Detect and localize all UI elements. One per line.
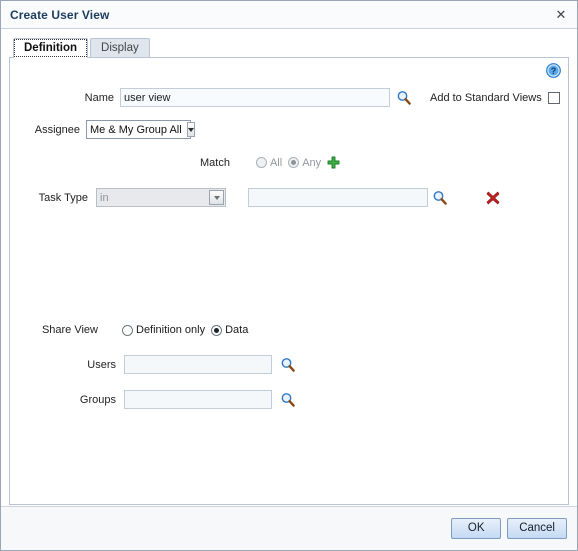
delete-x-icon[interactable] [486,191,500,205]
name-input[interactable] [120,88,390,107]
create-user-view-dialog: Create User View ✕ Definition Display ? [0,0,578,551]
add-to-standard-views-checkbox[interactable] [547,91,560,104]
name-label: Name [84,91,114,104]
dialog-titlebar: Create User View ✕ [1,1,577,29]
task-type-search-icon[interactable] [432,190,448,206]
close-icon[interactable]: ✕ [552,5,570,23]
users-row: Users [70,355,296,374]
users-input[interactable] [124,355,272,374]
chevron-down-icon [186,122,195,137]
help-question-icon[interactable]: ? [546,63,561,78]
assignee-row: Assignee Me & My Group All [32,120,195,139]
chevron-down-icon [209,190,224,205]
assignee-label: Assignee [34,123,80,136]
plus-icon[interactable] [327,156,340,169]
match-row: Match All Any [200,156,340,169]
dialog-footer: OK Cancel [1,506,577,550]
svg-text:?: ? [551,66,557,76]
tab-display[interactable]: Display [90,38,150,58]
cancel-button[interactable]: Cancel [507,518,567,539]
match-all-label: All [269,156,283,169]
groups-input[interactable] [124,390,272,409]
name-row: Name Add to Standard Views [80,88,560,107]
match-all-radio[interactable] [255,157,267,168]
name-search-icon[interactable] [396,90,412,106]
match-label: Match [200,156,230,169]
assignee-select[interactable]: Me & My Group All [86,120,195,139]
dialog-body: Definition Display ? Name user view Add … [1,29,577,506]
match-any-radio[interactable] [288,157,300,168]
share-view-data-label: Data [225,324,249,336]
users-search-icon[interactable] [280,357,296,373]
task-type-operator-value: in [100,191,109,204]
assignee-select-value: Me & My Group All [90,123,182,136]
users-label: Users [87,358,116,371]
tab-display-label: Display [101,42,139,54]
tab-definition-label: Definition [24,42,78,54]
task-type-label: Task Type [38,191,88,204]
task-type-value-input[interactable] [248,188,428,207]
groups-search-icon[interactable] [280,392,296,408]
dialog-title: Create User View [10,7,110,22]
ok-button[interactable]: OK [451,518,502,539]
groups-row: Groups [70,390,296,409]
definition-panel: ? Name Add to Standard Views [9,57,569,505]
share-view-definition-only-radio[interactable] [122,324,133,336]
add-to-standard-views-label: Add to Standard Views [430,91,542,104]
task-type-operator-select[interactable]: in [96,188,226,207]
groups-label: Groups [79,393,116,406]
share-view-data-radio[interactable] [211,324,223,336]
share-view-label: Share View [41,324,98,336]
task-type-row: Task Type in [28,188,500,207]
share-view-row: Share View Definition only Data [28,324,254,336]
share-view-definition-only-label: Definition only [136,324,206,336]
tab-definition[interactable]: Definition [13,38,89,58]
tabstrip: Definition Display [9,36,569,58]
match-any-label: Any [302,156,322,169]
